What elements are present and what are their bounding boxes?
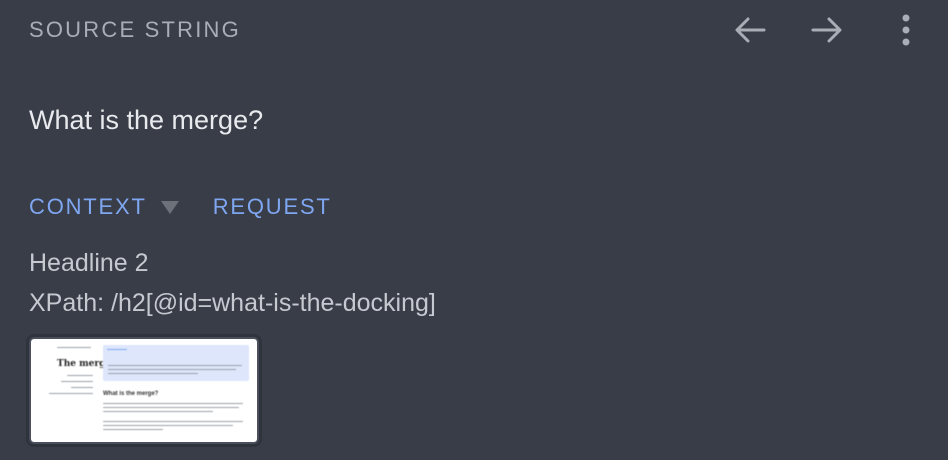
source-string-text: What is the merge? [29,105,264,135]
thumbnail-highlight [103,345,249,381]
context-screenshot-thumbnail[interactable]: The merge What is the merge? [26,334,262,447]
tab-context-label: CONTEXT [29,194,147,219]
caret-down-icon [160,200,179,214]
panel-header: SOURCE STRING [0,0,948,60]
previous-string-button[interactable] [728,10,772,50]
next-string-button[interactable] [805,10,849,50]
tab-request-label: REQUEST [212,194,332,219]
more-vertical-icon [902,14,910,46]
context-details: Headline 2 XPath: /h2[@id=what-is-the-do… [29,243,436,323]
tab-context[interactable]: CONTEXT [29,193,179,221]
arrow-right-icon [811,17,842,43]
element-type: Headline 2 [29,249,149,277]
xpath-value: XPath: /h2[@id=what-is-the-docking] [29,289,436,317]
arrow-left-icon [735,17,766,43]
tab-request[interactable]: REQUEST [213,193,332,221]
panel-title: SOURCE STRING [29,17,241,42]
detail-tabs: CONTEXT REQUEST [29,192,332,222]
thumbnail-preview: The merge What is the merge? [31,339,257,442]
more-options-button[interactable] [884,10,928,50]
thumbnail-heading: What is the merge? [103,391,159,397]
